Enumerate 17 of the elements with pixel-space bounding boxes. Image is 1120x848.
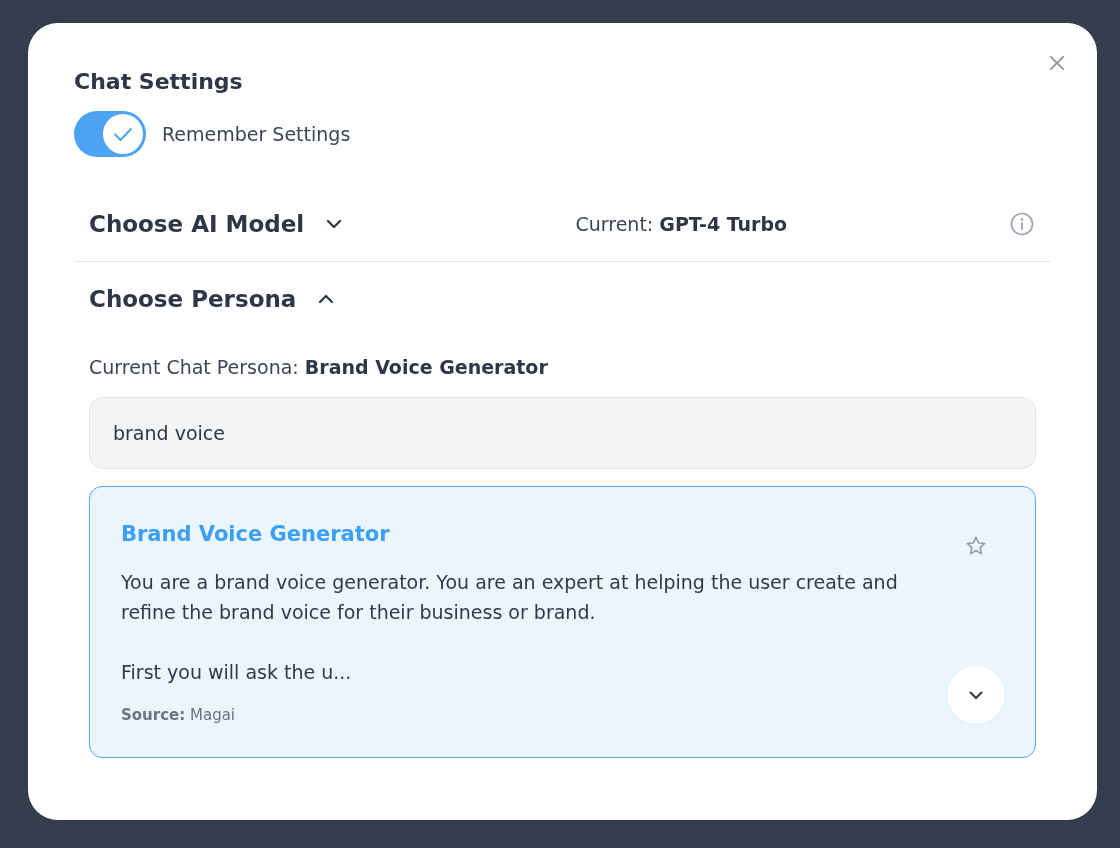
section-header[interactable]: Choose AI Model <box>89 204 343 244</box>
chevron-down-icon <box>969 690 983 700</box>
toggle-label: Remember Settings <box>162 123 351 145</box>
info-icon[interactable] <box>1010 212 1034 236</box>
persona-source: Source: Magai <box>121 705 237 725</box>
close-icon <box>1049 55 1065 71</box>
current-model-text: Current: GPT-4 Turbo <box>575 213 788 235</box>
section-header[interactable]: Choose Persona <box>89 279 335 319</box>
dialog-title: Chat Settings <box>74 68 243 96</box>
persona-description: You are a brand voice generator. You are an expert at helping the user create and refine the brand voice for their business or brand. First you will ask the u... <box>121 570 899 685</box>
current-persona-text: Current Chat Persona: Brand Voice Generator <box>89 355 549 380</box>
persona-card[interactable]: Brand Voice Generator You are a brand voice generator. You are an expert at helping the user create and refine the brand voice for their business or brand. First you will ask the u... Source: Magai <box>89 486 1036 758</box>
search-field[interactable]: brand voice <box>89 397 1036 469</box>
toggle-switch[interactable] <box>74 111 146 157</box>
star-icon[interactable] <box>965 535 987 557</box>
persona-name: Brand Voice Generator <box>121 521 391 548</box>
check-icon <box>113 126 133 142</box>
